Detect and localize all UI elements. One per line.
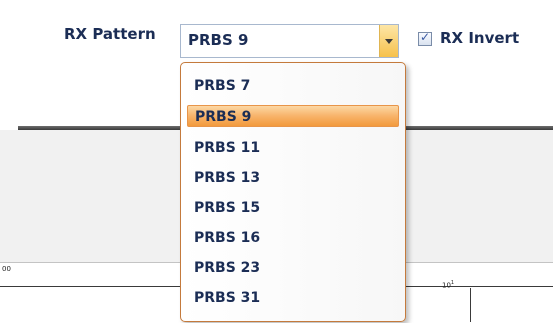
chevron-down-icon[interactable] xyxy=(379,25,398,57)
rx-invert-checkbox[interactable]: ✓ xyxy=(418,30,432,46)
rx-pattern-label: RX Pattern xyxy=(64,25,156,43)
rx-invert-label[interactable]: RX Invert xyxy=(440,29,519,47)
rx-pattern-dropdown-list[interactable]: PRBS 7 PRBS 9 PRBS 11 PRBS 13 PRBS 15 PR… xyxy=(180,62,406,322)
dropdown-option[interactable]: PRBS 23 xyxy=(187,257,399,279)
checkmark-icon: ✓ xyxy=(420,30,431,44)
dropdown-option[interactable]: PRBS 13 xyxy=(187,167,399,189)
left-chart-tick-label: 00 xyxy=(2,265,11,273)
right-chart-tick-label: 101 xyxy=(442,280,455,290)
dropdown-option[interactable]: PRBS 15 xyxy=(187,197,399,219)
dropdown-option-selected[interactable]: PRBS 9 xyxy=(187,105,399,127)
dropdown-option[interactable]: PRBS 16 xyxy=(187,227,399,249)
chart-y-axis xyxy=(470,288,471,322)
rx-pattern-select[interactable]: PRBS 9 xyxy=(180,24,399,58)
dropdown-option[interactable]: PRBS 11 xyxy=(187,137,399,159)
dropdown-option[interactable]: PRBS 31 xyxy=(187,287,399,309)
rx-pattern-selected-value: PRBS 9 xyxy=(188,31,249,49)
dropdown-option[interactable]: PRBS 7 xyxy=(187,75,399,97)
